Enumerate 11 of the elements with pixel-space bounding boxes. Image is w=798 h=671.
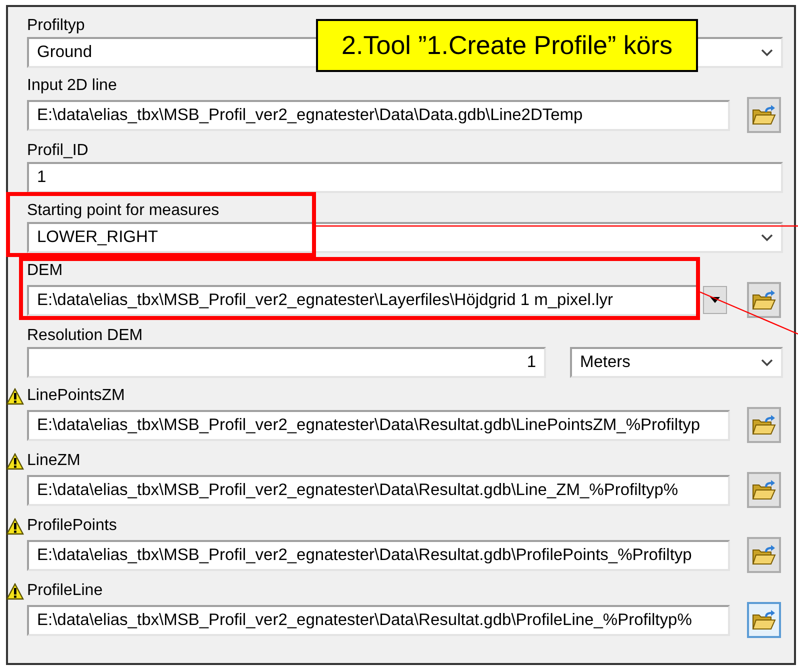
parameter-label: ProfilePoints	[27, 516, 117, 536]
parameter-label: Input 2D line	[27, 76, 117, 96]
callout-tooltip: 2.Tool ”1.Create Profile” körs	[316, 19, 698, 72]
parameter-label: ProfileLine	[27, 581, 103, 601]
parameter-label: Profiltyp	[27, 16, 85, 36]
parameter-label: LinePointsZM	[27, 386, 125, 406]
parameter-label: DEM	[27, 261, 63, 281]
parameter-label: Starting point for measures	[27, 201, 220, 221]
parameter-label: LineZM	[27, 451, 80, 471]
parameter-label: Resolution DEM	[27, 326, 143, 346]
parameter-label: Profil_ID	[27, 141, 88, 161]
